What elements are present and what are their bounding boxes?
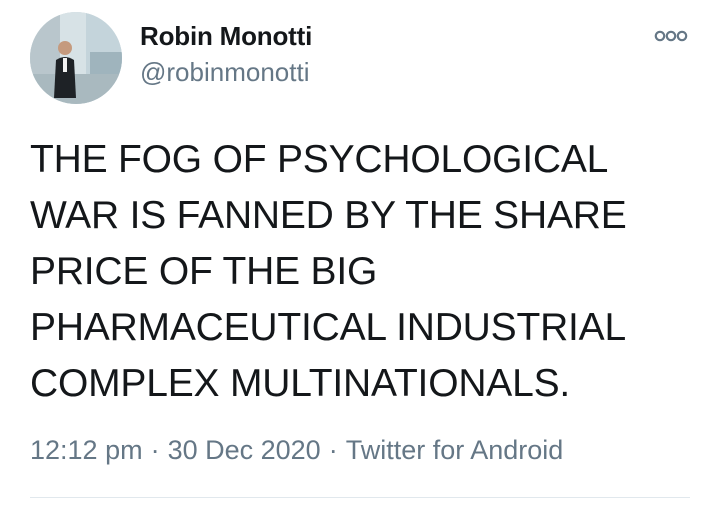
divider (30, 497, 690, 498)
tweet-text-line: PHARMACEUTICAL INDUSTRIAL (30, 306, 626, 349)
tweet-text-line: PRICE OF THE BIG (30, 250, 378, 293)
display-name[interactable]: Robin Monotti (140, 20, 312, 52)
tweet-text-line: COMPLEX MULTINATIONALS. (30, 362, 571, 405)
profile-photo-icon (30, 12, 122, 104)
tweet-detail: Robin Monotti @robinmonotti THE FOG OF P… (0, 0, 720, 509)
author-block: Robin Monotti @robinmonotti (140, 20, 312, 88)
tweet-date[interactable]: 30 Dec 2020 (168, 435, 321, 465)
avatar[interactable] (30, 12, 122, 104)
more-options-icon[interactable] (653, 28, 689, 44)
tweet-metadata: 12:12 pm · 30 Dec 2020 · Twitter for Android (30, 432, 563, 468)
tweet-text-line: THE FOG OF PSYCHOLOGICAL (30, 138, 609, 181)
tweet-text-line: WAR IS FANNED BY THE SHARE (30, 194, 627, 237)
tweet-text: THE FOG OF PSYCHOLOGICAL WAR IS FANNED B… (30, 132, 690, 412)
meta-separator: · (150, 435, 160, 465)
tweet-time[interactable]: 12:12 pm (30, 435, 143, 465)
user-handle[interactable]: @robinmonotti (140, 56, 312, 88)
tweet-source-link[interactable]: Twitter for Android (346, 435, 564, 465)
meta-separator: · (328, 435, 338, 465)
